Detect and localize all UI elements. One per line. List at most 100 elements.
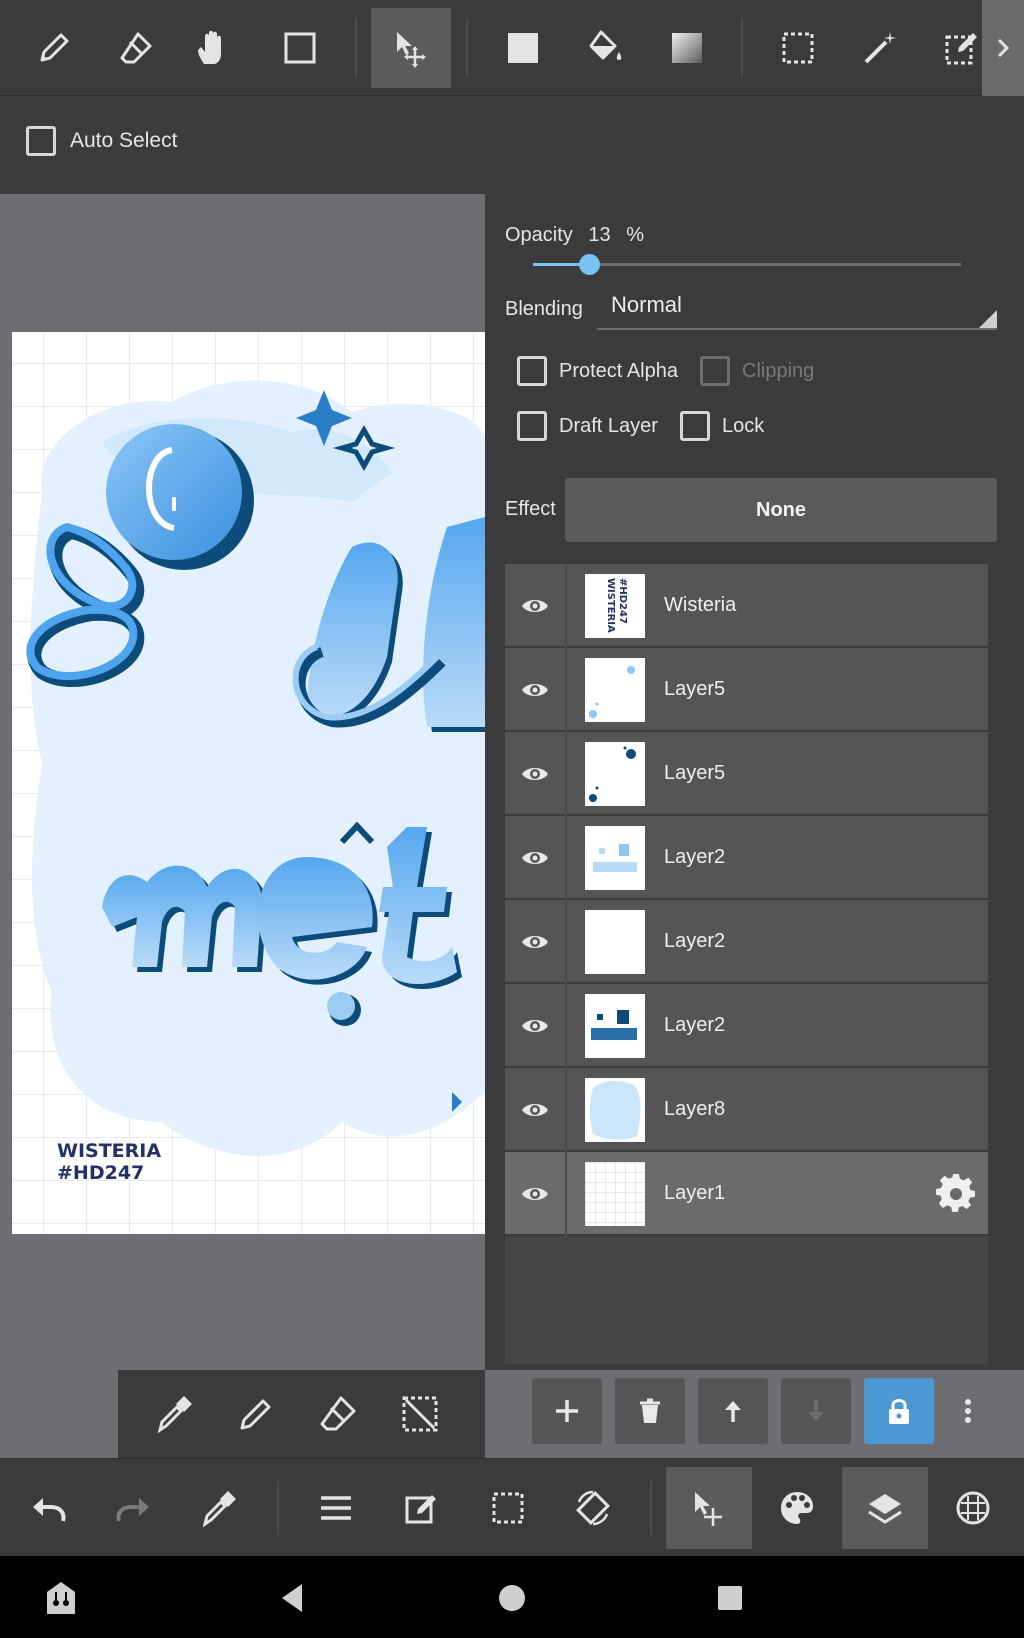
- recents-icon[interactable]: [710, 1578, 750, 1618]
- bucket-icon: [589, 30, 622, 60]
- draft-layer-checkbox[interactable]: [517, 411, 547, 441]
- draft-layer-option[interactable]: Draft Layer: [517, 411, 658, 441]
- arrow-up-icon: [725, 1401, 741, 1422]
- layer-row[interactable]: Layer1: [505, 1152, 988, 1236]
- lock-option[interactable]: Lock: [680, 411, 764, 441]
- home-icon[interactable]: [492, 1578, 532, 1618]
- lock-icon: [889, 1399, 909, 1424]
- gradient-icon: [672, 33, 702, 63]
- gear-icon[interactable]: [936, 1174, 976, 1214]
- move-layer-down-button[interactable]: [781, 1378, 851, 1444]
- menu-button[interactable]: [293, 1467, 379, 1549]
- visibility-toggle[interactable]: [505, 816, 567, 900]
- layer-row[interactable]: WISTERIA #HD247 Wisteria: [505, 564, 988, 648]
- clipping-option[interactable]: Clipping: [700, 356, 814, 386]
- add-layer-button[interactable]: [532, 1378, 602, 1444]
- edit-button[interactable]: [378, 1467, 464, 1549]
- move-tool-button[interactable]: [371, 8, 451, 88]
- magic-wand-tool-button[interactable]: [840, 8, 920, 88]
- layer-thumbnail: [585, 1162, 645, 1226]
- layer-row[interactable]: Layer5: [505, 648, 988, 732]
- blending-value: Normal: [611, 292, 682, 317]
- pen-icon[interactable]: [234, 1392, 278, 1436]
- opacity-slider-handle[interactable]: [578, 254, 600, 275]
- layer-row[interactable]: Layer8: [505, 1068, 988, 1152]
- layer-thumbnail: [585, 910, 645, 974]
- hand-tool-button[interactable]: [172, 8, 252, 88]
- layer-row[interactable]: Layer2: [505, 984, 988, 1068]
- visibility-toggle[interactable]: [505, 732, 567, 816]
- dropdown-corner-icon: [979, 310, 997, 328]
- back-icon[interactable]: [274, 1578, 314, 1618]
- effect-button[interactable]: None: [565, 478, 997, 542]
- blending-select[interactable]: Normal: [597, 286, 997, 330]
- layer-row[interactable]: Layer2: [505, 816, 988, 900]
- toolbar-divider: [741, 18, 743, 76]
- redo-icon: [116, 1498, 149, 1522]
- select-rect-tool-button[interactable]: [758, 8, 838, 88]
- bottom-toolbar: [0, 1458, 1024, 1556]
- opacity-unit: %: [626, 224, 644, 246]
- pen-tool-button[interactable]: [14, 8, 94, 88]
- hamburger-icon: [321, 1496, 351, 1520]
- palette-icon: [781, 1492, 813, 1524]
- svg-text:#HD247: #HD247: [617, 578, 628, 624]
- eye-icon: [522, 1188, 548, 1200]
- gradient-tool-button[interactable]: [647, 8, 727, 88]
- arrow-down-icon: [808, 1400, 824, 1421]
- layer-name: Layer2: [664, 930, 726, 952]
- opacity-slider[interactable]: [533, 254, 961, 275]
- layer-thumbnail: [585, 742, 645, 806]
- layer-thumbnail: [585, 826, 645, 890]
- visibility-toggle[interactable]: [505, 984, 567, 1068]
- layer-name: Layer2: [664, 846, 726, 868]
- selection-button[interactable]: [465, 1467, 551, 1549]
- protect-alpha-option[interactable]: Protect Alpha: [517, 356, 678, 386]
- rectangle-tool-button[interactable]: [260, 8, 340, 88]
- move-mode-button[interactable]: [666, 1467, 752, 1549]
- quick-tools-bar: [118, 1370, 485, 1458]
- eraser-icon[interactable]: [316, 1392, 360, 1436]
- layers-button[interactable]: [842, 1467, 928, 1549]
- opacity-readout: Opacity 13 %: [505, 224, 644, 247]
- rotate-canvas-button[interactable]: [550, 1467, 636, 1549]
- auto-select-option[interactable]: Auto Select: [26, 126, 177, 156]
- visibility-toggle[interactable]: [505, 900, 567, 984]
- move-layer-up-button[interactable]: [698, 1378, 768, 1444]
- toolbar-divider: [355, 18, 357, 76]
- toolbar-more-button[interactable]: [982, 0, 1024, 96]
- layer-name: Layer2: [664, 1014, 726, 1036]
- layer-menu-button[interactable]: [947, 1378, 988, 1444]
- canvas-area[interactable]: WISTERIA #HD247: [0, 194, 485, 1370]
- visibility-toggle[interactable]: [505, 564, 567, 648]
- eraser-tool-button[interactable]: [96, 8, 176, 88]
- move-icon: [397, 32, 426, 68]
- visibility-toggle[interactable]: [505, 1152, 567, 1236]
- fill-rect-tool-button[interactable]: [483, 8, 563, 88]
- layer-row[interactable]: Layer2: [505, 900, 988, 984]
- artwork: [12, 332, 485, 1234]
- color-palette-button[interactable]: [754, 1467, 840, 1549]
- lock-layer-button[interactable]: [864, 1378, 934, 1444]
- eyedropper-icon[interactable]: [152, 1392, 196, 1436]
- lock-checkbox[interactable]: [680, 411, 710, 441]
- undo-icon: [33, 1498, 66, 1522]
- delete-layer-button[interactable]: [615, 1378, 685, 1444]
- toolbar-divider: [466, 18, 468, 76]
- material-button[interactable]: [930, 1467, 1016, 1549]
- bucket-tool-button[interactable]: [565, 8, 645, 88]
- visibility-toggle[interactable]: [505, 1068, 567, 1152]
- tool-options-bar: Auto Select: [0, 96, 1024, 194]
- redo-button[interactable]: [90, 1467, 176, 1549]
- eyedropper-button[interactable]: [176, 1467, 262, 1549]
- app-store-icon[interactable]: [41, 1578, 81, 1618]
- undo-button[interactable]: [6, 1467, 92, 1549]
- layer-row[interactable]: Layer5: [505, 732, 988, 816]
- protect-alpha-checkbox[interactable]: [517, 356, 547, 386]
- effect-label: Effect: [505, 498, 556, 520]
- artboard[interactable]: WISTERIA #HD247: [12, 332, 485, 1234]
- auto-select-checkbox[interactable]: [26, 126, 56, 156]
- visibility-toggle[interactable]: [505, 648, 567, 732]
- clipping-checkbox[interactable]: [700, 356, 730, 386]
- deselect-icon[interactable]: [398, 1392, 442, 1436]
